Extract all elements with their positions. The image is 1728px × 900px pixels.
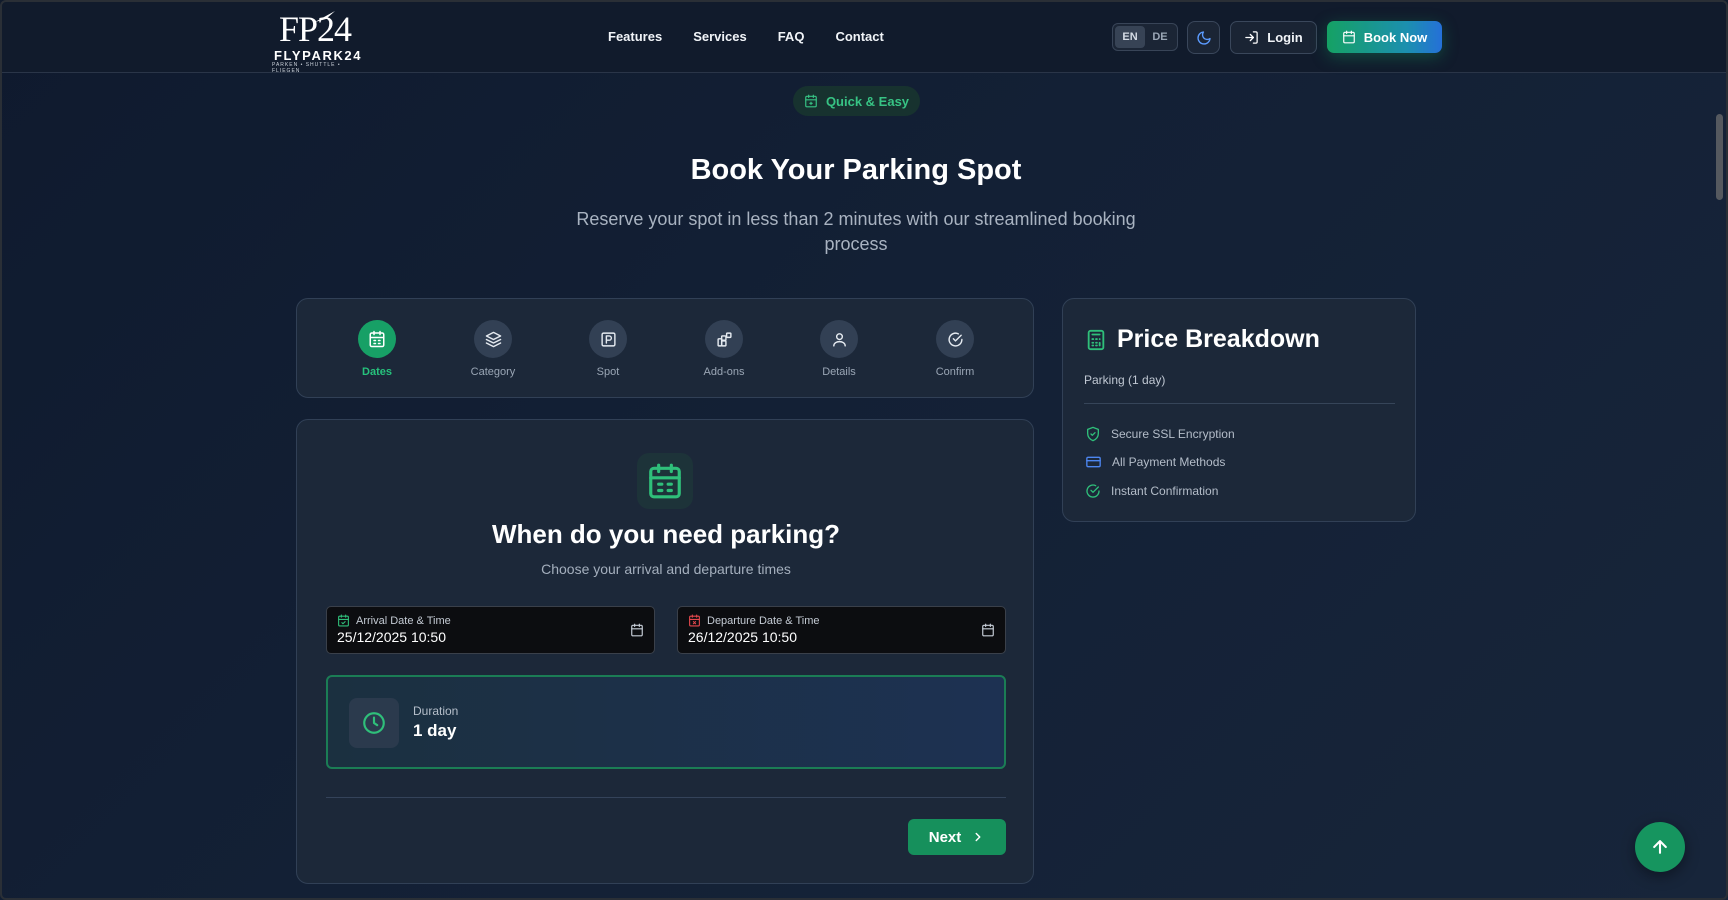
theme-toggle-button[interactable]: [1187, 21, 1220, 54]
departure-label: Departure Date & Time: [707, 614, 820, 627]
calendar-badge: [637, 453, 693, 509]
flypark24-logo[interactable]: FP24 FLYPARK24 PARKEN • SHUTTLE • FLIEGE…: [270, 8, 370, 74]
logo-tagline: PARKEN • SHUTTLE • FLIEGEN: [272, 62, 341, 74]
scroll-to-top-button[interactable]: [1635, 822, 1685, 872]
step-label: Add-ons: [703, 366, 745, 378]
step-details[interactable]: Details: [799, 320, 879, 378]
price-divider: [1084, 403, 1395, 404]
price-title: Price Breakdown: [1117, 325, 1320, 353]
feature-payment: All Payment Methods: [1085, 454, 1225, 470]
arrow-up-icon: [1653, 840, 1667, 854]
login-label: Login: [1267, 30, 1303, 45]
form-divider: [326, 797, 1006, 798]
quick-easy-badge: Quick & Easy: [793, 86, 920, 116]
date-selection-card: When do you need parking? Choose your ar…: [296, 419, 1034, 884]
arrival-label-row: Arrival Date & Time: [337, 614, 451, 627]
step-dates-circle: [358, 320, 396, 358]
calendar-picker-icon[interactable]: [630, 623, 644, 637]
clock-badge: [349, 698, 399, 748]
feature-label: All Payment Methods: [1112, 455, 1226, 469]
price-breakdown-card: Price Breakdown Parking (1 day) Secure S…: [1062, 298, 1416, 522]
feature-label: Secure SSL Encryption: [1111, 427, 1235, 441]
feature-label: Instant Confirmation: [1111, 484, 1219, 498]
next-label: Next: [928, 828, 962, 846]
page-subtitle: Reserve your spot in less than 2 minutes…: [576, 209, 1136, 254]
step-confirm[interactable]: Confirm: [915, 320, 995, 378]
addons-icon: [716, 331, 732, 347]
calendar-plus-icon: [805, 94, 817, 108]
departure-value: 26/12/2025 10:50: [688, 629, 797, 645]
language-switcher: EN DE: [1112, 23, 1178, 51]
parking-icon: [600, 331, 616, 347]
arrival-value: 25/12/2025 10:50: [337, 629, 446, 645]
duration-value: 1 day: [413, 721, 457, 740]
arrival-datetime-input[interactable]: Arrival Date & Time 25/12/2025 10:50: [326, 606, 655, 654]
login-icon: [1245, 31, 1259, 44]
price-line-parking: Parking (1 day): [1084, 373, 1166, 387]
step-label: Dates: [362, 366, 392, 378]
booking-stepper: Dates Category Spot Add-ons Details Conf…: [296, 298, 1034, 398]
page-scrollbar[interactable]: [1716, 114, 1723, 200]
main-nav: Features Services FAQ Contact: [608, 29, 884, 44]
page-title: Book Your Parking Spot: [690, 154, 1022, 186]
nav-faq[interactable]: FAQ: [778, 29, 805, 44]
calendar-icon: [369, 330, 385, 348]
departure-label-row: Departure Date & Time: [688, 614, 820, 627]
step-addons[interactable]: Add-ons: [684, 320, 764, 378]
credit-card-icon: [1086, 456, 1101, 468]
lang-de[interactable]: DE: [1145, 26, 1175, 48]
departure-datetime-input[interactable]: Departure Date & Time 26/12/2025 10:50: [677, 606, 1006, 654]
layers-icon: [485, 331, 501, 347]
book-now-label: Book Now: [1363, 29, 1428, 45]
step-spot-circle: [589, 320, 627, 358]
step-details-circle: [820, 320, 858, 358]
nav-features[interactable]: Features: [608, 29, 662, 44]
calculator-icon: [1087, 329, 1105, 350]
shield-check-icon: [1087, 426, 1099, 442]
duration-summary: Duration 1 day: [326, 675, 1006, 769]
step-category-circle: [474, 320, 512, 358]
user-icon: [832, 332, 846, 347]
plane-icon: [315, 11, 335, 22]
clock-icon: [363, 712, 385, 734]
nav-contact[interactable]: Contact: [835, 29, 883, 44]
price-title-row: Price Breakdown: [1085, 325, 1320, 354]
book-now-button[interactable]: Book Now: [1327, 21, 1442, 53]
step-label: Category: [470, 366, 516, 378]
login-button[interactable]: Login: [1230, 21, 1317, 54]
calendar-x-icon: [689, 614, 700, 627]
feature-instant: Instant Confirmation: [1085, 483, 1218, 499]
step-dates[interactable]: Dates: [337, 320, 417, 378]
moon-icon: [1196, 30, 1211, 45]
calendar-icon: [649, 463, 681, 499]
feature-ssl: Secure SSL Encryption: [1085, 426, 1235, 442]
step-addons-circle: [705, 320, 743, 358]
nav-services[interactable]: Services: [693, 29, 747, 44]
step-label: Confirm: [935, 366, 975, 378]
calendar-picker-icon[interactable]: [981, 623, 995, 637]
logo-name: FLYPARK24: [274, 48, 363, 63]
next-button[interactable]: Next: [908, 819, 1006, 855]
top-navbar: FP24 FLYPARK24 PARKEN • SHUTTLE • FLIEGE…: [0, 0, 1728, 74]
check-circle-icon: [947, 332, 963, 347]
lang-en[interactable]: EN: [1115, 26, 1145, 48]
step-spot[interactable]: Spot: [568, 320, 648, 378]
step-category[interactable]: Category: [453, 320, 533, 378]
arrival-label: Arrival Date & Time: [356, 614, 451, 627]
step-label: Spot: [596, 366, 620, 378]
calendar-icon: [1342, 30, 1355, 44]
form-title: When do you need parking?: [491, 519, 841, 549]
badge-label: Quick & Easy: [825, 93, 910, 109]
duration-label: Duration: [413, 704, 459, 718]
check-circle-icon: [1086, 484, 1100, 498]
step-label: Details: [822, 366, 856, 378]
chevron-right-icon: [975, 832, 981, 842]
calendar-check-icon: [338, 614, 349, 627]
step-confirm-circle: [936, 320, 974, 358]
form-subtitle: Choose your arrival and departure times: [541, 561, 791, 577]
